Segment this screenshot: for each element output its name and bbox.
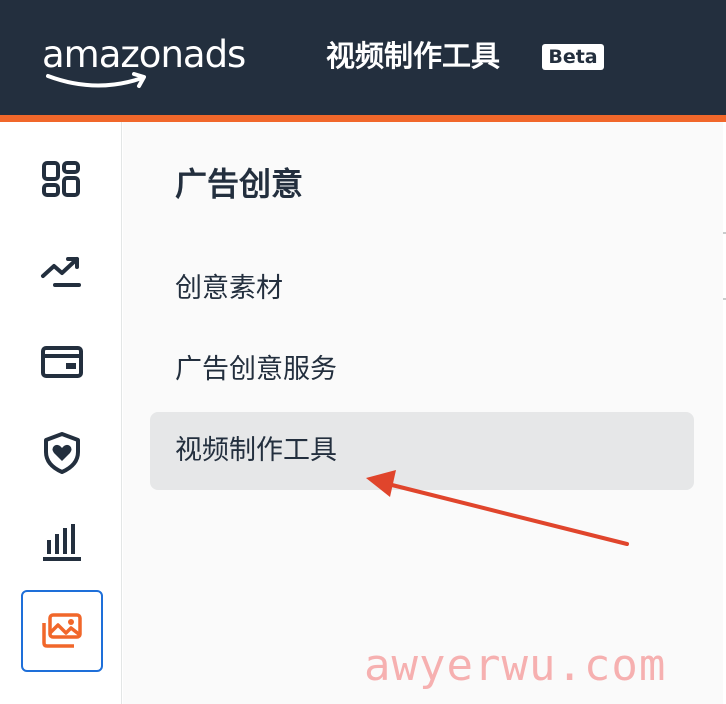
- watermark: awyerwu.com: [364, 640, 667, 691]
- annotation-arrow: [366, 470, 629, 546]
